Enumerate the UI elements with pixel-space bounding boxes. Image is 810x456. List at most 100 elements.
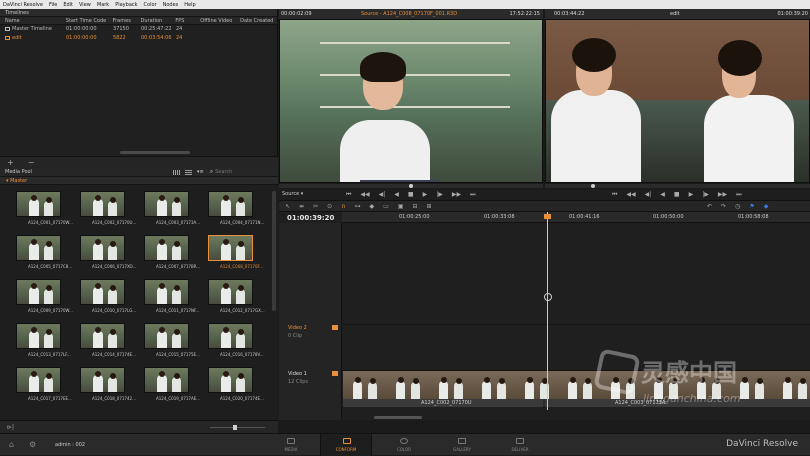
timeline-scrub-marker[interactable]: [590, 184, 595, 188]
grid-view-icon[interactable]: [173, 169, 180, 175]
menu-help[interactable]: Help: [184, 2, 195, 8]
col-start-tc[interactable]: Start Time Code: [66, 17, 113, 24]
folder-master[interactable]: ▾ Master: [0, 177, 278, 185]
timeline-scrub-bar[interactable]: [545, 184, 810, 188]
volume-slider[interactable]: [210, 427, 265, 428]
clip-thumbnail[interactable]: [208, 279, 253, 305]
clip-item[interactable]: A124_C009_07170W...: [13, 279, 73, 322]
col-frames[interactable]: Frames: [113, 17, 141, 24]
track-video1-icon[interactable]: [332, 371, 338, 376]
fast-forward-icon[interactable]: ▶▶: [452, 191, 461, 198]
timeline-ruler[interactable]: 01:00:25:00 01:00:33:08 01:00:41:16 01:0…: [342, 212, 810, 223]
clip-item[interactable]: A124_C002_07170U...: [77, 191, 137, 234]
stop-icon[interactable]: ■: [674, 191, 680, 198]
rewind-icon[interactable]: ◀◀: [626, 191, 635, 198]
clip-item[interactable]: A124_C001_07170W...: [13, 191, 73, 234]
table-row[interactable]: edit 01:00:00:00 5822 00:03:54:06 24: [0, 34, 277, 43]
gear-icon[interactable]: ⚙: [29, 440, 36, 449]
insert-icon[interactable]: ▭: [383, 203, 389, 210]
source-scrub-marker[interactable]: [409, 184, 413, 188]
timeline-viewer-image[interactable]: [545, 19, 810, 183]
play-icon[interactable]: ▶: [423, 191, 428, 198]
play-reverse-icon[interactable]: ◀: [660, 191, 665, 198]
clip-thumbnail[interactable]: [80, 323, 125, 349]
page-conform[interactable]: CONFORM: [320, 434, 372, 456]
clip-thumbnail[interactable]: [208, 235, 253, 261]
col-date-created[interactable]: Date Created: [240, 17, 277, 24]
timelines-scrollbar[interactable]: [120, 151, 190, 154]
clip-item[interactable]: A124_C017_0717EE...: [13, 367, 73, 410]
track-video1-name[interactable]: Video 1: [288, 371, 307, 377]
menu-nodes[interactable]: Nodes: [163, 2, 179, 8]
clip-thumbnail[interactable]: [144, 279, 189, 305]
clip-item[interactable]: A124_C010_0717LG...: [77, 279, 137, 322]
clip-frame[interactable]: [343, 371, 387, 399]
rewind-icon[interactable]: ◀◀: [360, 191, 369, 198]
clip-thumbnail[interactable]: [144, 235, 189, 261]
clip-item[interactable]: A124_C013_0717LF...: [13, 323, 73, 366]
clip-frame[interactable]: [472, 371, 516, 399]
volume-knob[interactable]: [233, 425, 238, 430]
timeline-center-icon[interactable]: [544, 293, 552, 301]
pointer-tool-icon[interactable]: ↖: [285, 203, 290, 210]
trim-tool-icon[interactable]: ⇹: [299, 203, 304, 210]
clip-thumbnail[interactable]: [208, 191, 253, 217]
home-icon[interactable]: ⌂: [9, 440, 14, 449]
media-pool-scrollbar[interactable]: [272, 191, 276, 311]
add-button[interactable]: +: [7, 158, 14, 167]
clip-thumbnail[interactable]: [16, 191, 61, 217]
marker-icon[interactable]: ◆: [370, 203, 375, 210]
col-duration[interactable]: Duration: [141, 17, 176, 24]
replace-icon[interactable]: ⊟: [413, 203, 418, 210]
step-forward-icon[interactable]: |▶: [702, 191, 709, 198]
overwrite-icon[interactable]: ▣: [398, 203, 404, 210]
source-mode-dropdown[interactable]: Source ▾: [282, 191, 303, 197]
clip-thumbnail[interactable]: [16, 323, 61, 349]
playhead-marker[interactable]: [544, 214, 551, 219]
clip-item[interactable]: A124_C015_07175E...: [141, 323, 201, 366]
clip-frame[interactable]: [515, 371, 559, 399]
clip-thumbnail[interactable]: [144, 323, 189, 349]
clip-thumbnail[interactable]: [16, 367, 61, 393]
remove-button[interactable]: −: [28, 158, 35, 167]
page-deliver[interactable]: DELIVER: [494, 434, 546, 456]
timeline-scrollbar[interactable]: [374, 416, 422, 419]
menu-color[interactable]: Color: [144, 2, 157, 8]
menu-app[interactable]: DaVinci Resolve: [3, 2, 43, 8]
clock-icon[interactable]: ◷: [735, 203, 740, 210]
page-gallery[interactable]: GALLERY: [436, 434, 488, 456]
clip-thumbnail[interactable]: [208, 367, 253, 393]
redo-icon[interactable]: ↷: [721, 203, 726, 210]
step-back-icon[interactable]: ◀|: [645, 191, 652, 198]
flag-icon[interactable]: ⚑: [749, 203, 754, 210]
first-frame-icon[interactable]: ⏮: [346, 191, 351, 199]
clip-item[interactable]: A124_C007_0717BR...: [141, 235, 201, 278]
step-back-icon[interactable]: ◀|: [379, 191, 386, 198]
playhead[interactable]: [547, 212, 548, 410]
play-reverse-icon[interactable]: ◀: [394, 191, 399, 198]
clip-thumbnail[interactable]: [16, 235, 61, 261]
stop-icon[interactable]: ■: [408, 191, 414, 198]
col-offline-video[interactable]: Offline Video: [200, 17, 240, 24]
step-forward-icon[interactable]: |▶: [436, 191, 443, 198]
clip-thumbnail[interactable]: [80, 191, 125, 217]
blade-tool-icon[interactable]: ✂: [313, 203, 318, 210]
first-frame-icon[interactable]: ⏮: [612, 191, 617, 199]
sort-icon[interactable]: ▾≡: [197, 169, 204, 175]
clip-item[interactable]: A124_C003_07173A...: [141, 191, 201, 234]
link-icon[interactable]: ⊶: [355, 203, 361, 210]
clip-thumbnail[interactable]: [144, 191, 189, 217]
clip-item[interactable]: A124_C019_0717AE...: [141, 367, 201, 410]
clip-item[interactable]: A124_C016_07178V...: [205, 323, 265, 366]
page-color[interactable]: COLOR: [378, 434, 430, 456]
play-icon[interactable]: ▶: [689, 191, 694, 198]
lock-icon[interactable]: ⊙: [327, 203, 332, 210]
fast-forward-icon[interactable]: ▶▶: [718, 191, 727, 198]
menu-view[interactable]: View: [79, 2, 91, 8]
snap-icon[interactable]: ∩: [341, 203, 345, 210]
clip-item[interactable]: A124_C020_07174E...: [205, 367, 265, 410]
clip-thumbnail[interactable]: [80, 279, 125, 305]
split-icon[interactable]: ⊳|: [7, 424, 14, 431]
track-video2-name[interactable]: Video 2: [288, 325, 307, 331]
last-frame-icon[interactable]: ⏭: [736, 191, 741, 199]
